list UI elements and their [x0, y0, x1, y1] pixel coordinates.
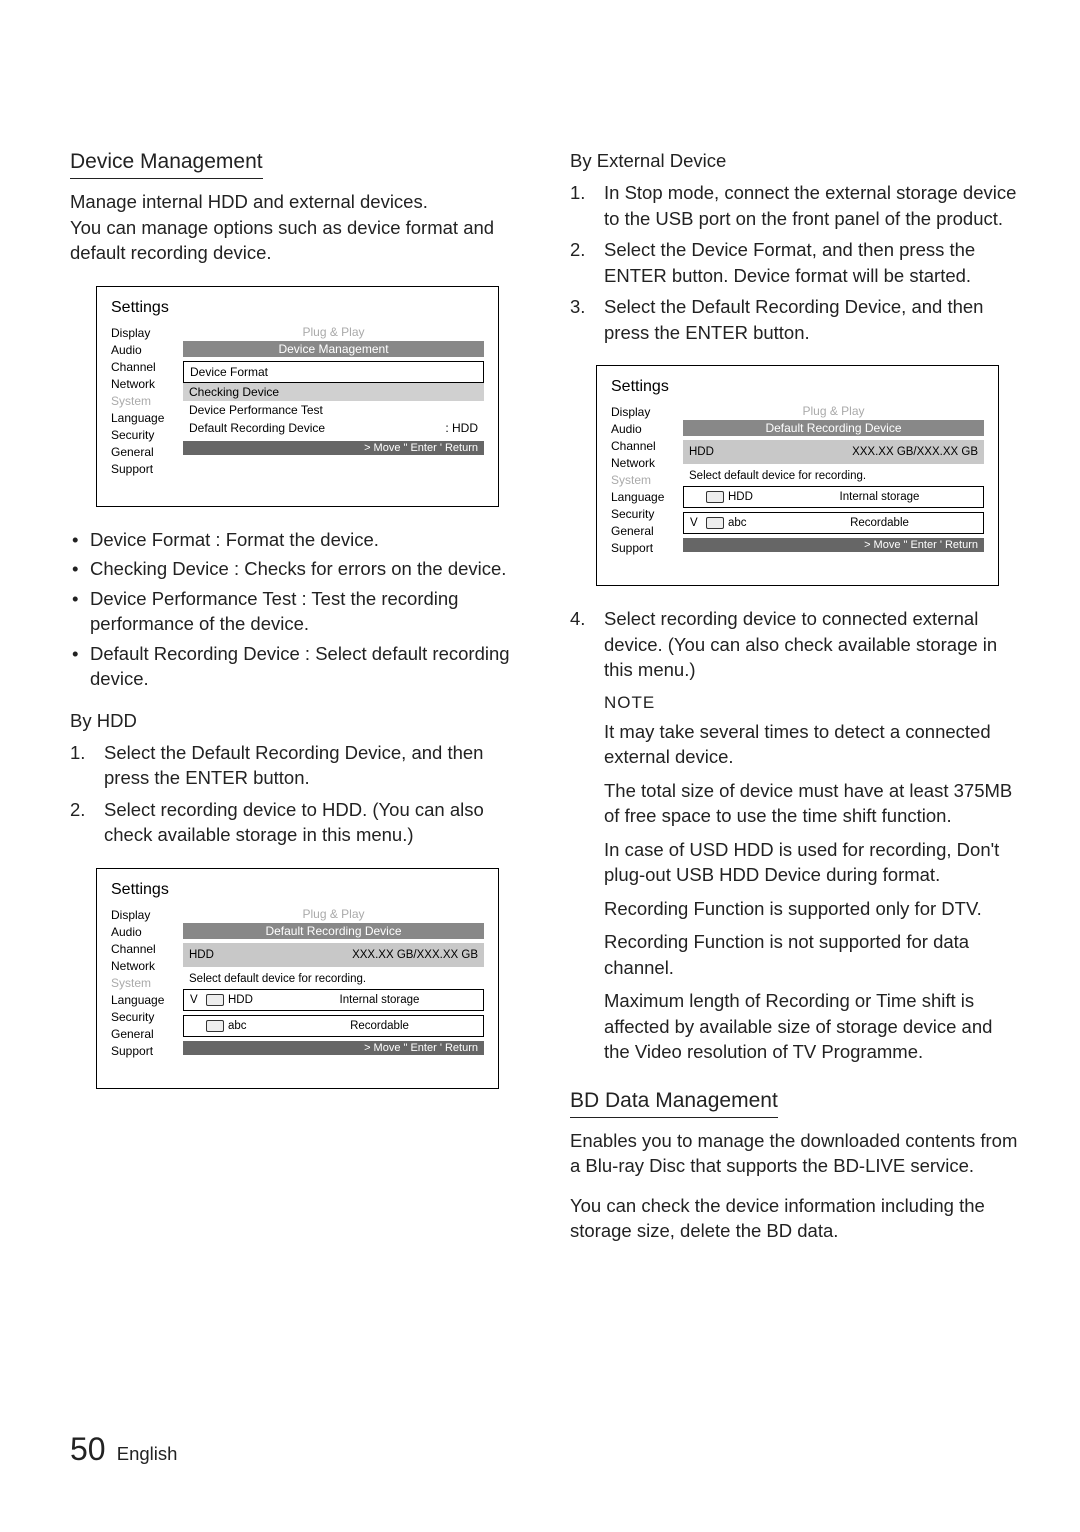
ui-sidebar: Display Audio Channel Network System Lan…: [111, 907, 183, 1060]
choice-abc: abc Recordable: [183, 1015, 484, 1037]
row-default-rec: Default Recording Device: HDD: [183, 419, 484, 437]
by-hdd-heading: By HDD: [70, 710, 520, 732]
hdd-icon: [706, 491, 724, 503]
hdd-icon: [206, 994, 224, 1006]
by-external-step4: 4.Select recording device to connected e…: [570, 606, 1020, 683]
by-external-steps: 1.In Stop mode, connect the external sto…: [570, 180, 1020, 345]
select-default-text: Select default device for recording.: [183, 971, 484, 989]
ui-title: Settings: [111, 299, 484, 317]
section-title-bd-data: BD Data Management: [570, 1089, 778, 1118]
usb-icon: [706, 517, 724, 529]
row-device-format: Device Format: [183, 361, 484, 383]
hdd-capacity-row: HDD XXX.XX GB/XXX.XX GB: [683, 440, 984, 464]
hdd-capacity-row: HDD XXX.XX GB/XXX.XX GB: [183, 943, 484, 967]
choice-hdd: V HDD Internal storage: [183, 989, 484, 1011]
plug-play: Plug & Play: [183, 325, 484, 339]
ui-title: Settings: [611, 378, 984, 396]
ui-screenshot-default-recording-hdd: Settings Display Audio Channel Network S…: [96, 868, 499, 1089]
choice-hdd: HDD Internal storage: [683, 486, 984, 508]
page-language: English: [117, 1443, 178, 1464]
note-label: NOTE: [604, 693, 1020, 713]
by-external-heading: By External Device: [570, 150, 1020, 172]
ui-footer: > Move " Enter ' Return: [183, 1041, 484, 1055]
ui-sidebar: Display Audio Channel Network System Lan…: [111, 325, 183, 478]
row-checking-device: Checking Device: [183, 383, 484, 401]
bd-p1: Enables you to manage the downloaded con…: [570, 1128, 1020, 1179]
by-hdd-steps: 1.Select the Default Recording Device, a…: [70, 740, 520, 848]
ui-header: Default Recording Device: [683, 420, 984, 436]
ui-sidebar: Display Audio Channel Network System Lan…: [611, 404, 683, 557]
ui-header: Default Recording Device: [183, 923, 484, 939]
page-number: 50: [70, 1431, 106, 1467]
usb-icon: [206, 1020, 224, 1032]
ui-footer: > Move " Enter ' Return: [683, 538, 984, 552]
section-title-device-management: Device Management: [70, 150, 263, 179]
choice-abc: V abc Recordable: [683, 512, 984, 534]
select-default-text: Select default device for recording.: [683, 468, 984, 486]
row-perf-test: Device Performance Test: [183, 401, 484, 419]
page-footer: 50 English: [70, 1431, 177, 1468]
ui-footer: > Move " Enter ' Return: [183, 441, 484, 455]
ui-header: Device Management: [183, 341, 484, 357]
ui-screenshot-device-management: Settings Display Audio Channel Network S…: [96, 286, 499, 507]
ui-title: Settings: [111, 881, 484, 899]
bd-p2: You can check the device information inc…: [570, 1193, 1020, 1244]
feature-bullets: Device Format : Format the device. Check…: [70, 527, 520, 692]
intro-text: Manage internal HDD and external devices…: [70, 189, 520, 266]
ui-screenshot-default-recording-ext: Settings Display Audio Channel Network S…: [596, 365, 999, 586]
note-list: It may take several times to detect a co…: [570, 719, 1020, 1065]
plug-play: Plug & Play: [683, 404, 984, 418]
plug-play: Plug & Play: [183, 907, 484, 921]
